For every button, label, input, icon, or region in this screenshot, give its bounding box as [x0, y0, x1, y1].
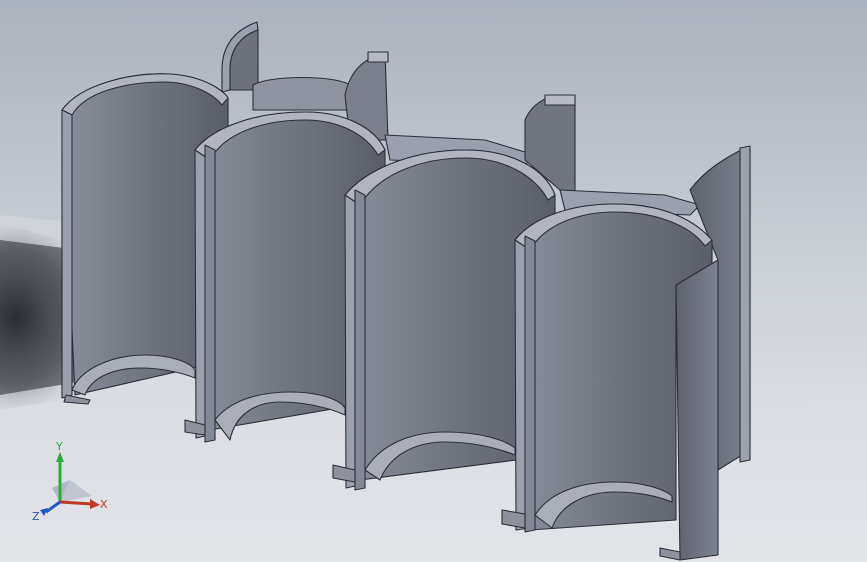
- triad-x-axis: [59, 500, 93, 506]
- front-shell-4: [501, 203, 719, 561]
- triad-z-axis: [45, 500, 61, 514]
- triad-x-label: X: [100, 498, 108, 511]
- 3d-viewport[interactable]: Y X Z: [0, 0, 867, 562]
- triad-z-label: Z: [32, 510, 40, 523]
- triad-y-label: Y: [55, 440, 63, 453]
- triad-x-arrow: [90, 499, 100, 509]
- orientation-triad[interactable]: Y X Z: [30, 440, 120, 530]
- part-model[interactable]: [0, 0, 867, 562]
- triad-y-arrow: [56, 452, 64, 462]
